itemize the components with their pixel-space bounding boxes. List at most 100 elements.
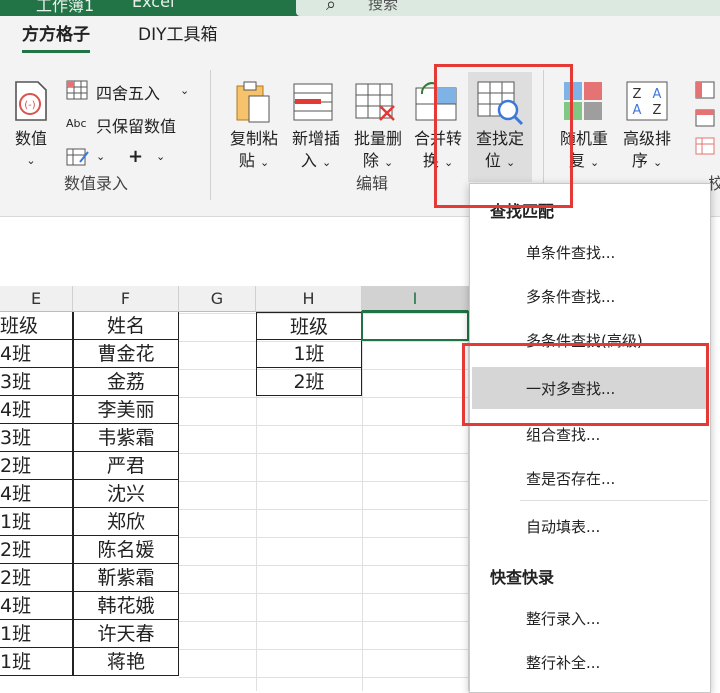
table-cell-name[interactable]: 韩花娥 [73, 592, 179, 620]
menu-item-combined-find[interactable]: 组合查找... [526, 424, 600, 445]
menu-separator [520, 500, 708, 501]
sort-az-icon: Z A A Z [626, 81, 668, 121]
copy-paste-label-1: 复制粘 [229, 129, 278, 148]
table-cell-class[interactable]: 2班 [0, 536, 73, 564]
menu-item-multi-condition[interactable]: 多条件查找... [526, 286, 615, 307]
criteria-cell[interactable]: 1班 [256, 340, 362, 368]
highlight-box-one-to-many [462, 343, 709, 426]
grid-line [179, 649, 469, 650]
grid-line [179, 621, 469, 622]
table-cell-name[interactable]: 靳紫霜 [73, 564, 179, 592]
active-cell[interactable] [361, 311, 469, 341]
chevron-down-icon: ⌄ [96, 150, 106, 163]
table-cell-class[interactable]: 4班 [0, 396, 73, 424]
chevron-down-icon: ⌄ [180, 84, 190, 97]
chevron-down-icon: ⌄ [321, 156, 332, 169]
column-header-i[interactable]: I [362, 286, 469, 312]
chevron-down-icon: ⌄ [26, 154, 36, 167]
group-label-numeric: 数值录入 [64, 174, 129, 193]
clipboard-icon [236, 81, 270, 123]
table-cell-class[interactable]: 4班 [0, 340, 73, 368]
table-cell-name[interactable]: 陈名媛 [73, 536, 179, 564]
grid-tool-icon [695, 81, 715, 155]
menu-item-exists-check[interactable]: 查是否存在... [526, 468, 615, 489]
menu-section-quick-entry: 快查快录 [490, 568, 555, 587]
table-cell-class[interactable]: 1班 [0, 620, 73, 648]
table-cell-name[interactable]: 蒋艳 [73, 648, 179, 676]
insert-label-text: 入 [300, 151, 317, 170]
chevron-down-icon: ⌄ [383, 156, 394, 169]
table-cell-name[interactable]: 郑欣 [73, 508, 179, 536]
grid-line [179, 481, 469, 482]
table-cell-class[interactable]: 2班 [0, 452, 73, 480]
search-box[interactable]: ⌕ 搜索 [296, 0, 720, 16]
table-cell-name[interactable]: 金荔 [73, 368, 179, 396]
column-header-i-label: I [412, 289, 418, 308]
advanced-sort-label-1: 高级排 [622, 129, 671, 148]
table-cell-class[interactable]: 3班 [0, 368, 73, 396]
svg-text:(-): (-) [24, 100, 36, 111]
delete-grid-icon [355, 83, 395, 121]
chevron-down-icon: ⌄ [652, 156, 663, 169]
table-cell-name[interactable]: 李美丽 [73, 396, 179, 424]
tab-diy-toolbox[interactable]: DIY工具箱 [138, 20, 218, 45]
table-cell-class[interactable]: 1班 [0, 648, 73, 676]
table-cell-name[interactable]: 严君 [73, 452, 179, 480]
find-locate-menu: 查找匹配 单条件查找... 多条件查找... 多条件查找(高级)... 一对多查… [469, 183, 711, 693]
value-label: 数值 [14, 129, 47, 148]
column-header-h[interactable]: H [256, 286, 362, 312]
value-icon: (-) [15, 81, 47, 121]
keep-value-label: 只保留数值 [96, 117, 177, 136]
insert-rows-icon [293, 83, 333, 121]
round-icon [66, 80, 88, 100]
column-header-f[interactable]: F [73, 286, 179, 312]
menu-item-auto-fill[interactable]: 自动填表... [526, 516, 600, 537]
chevron-down-icon: ⌄ [589, 156, 600, 169]
chevron-down-icon: ⌄ [259, 156, 270, 169]
table-cell-class[interactable]: 2班 [0, 564, 73, 592]
table-cell-class[interactable]: 3班 [0, 424, 73, 452]
menu-item-row-complete[interactable]: 整行补全... [526, 652, 600, 673]
table-cell-name[interactable]: 韦紫霜 [73, 424, 179, 452]
tab-fangfang[interactable]: 方方格子 [22, 20, 90, 53]
svg-text:Z: Z [653, 103, 662, 118]
table-cell-name[interactable]: 沈兴 [73, 480, 179, 508]
table-cell-class[interactable]: 4班 [0, 480, 73, 508]
plus-icon: + [128, 146, 144, 167]
table-cell-name[interactable]: 姓名 [73, 312, 179, 340]
grid-line [179, 593, 469, 594]
table-cell-class[interactable]: 4班 [0, 592, 73, 620]
copy-paste-label-text: 贴 [238, 151, 255, 170]
batch-delete-label-1: 批量删 [353, 129, 402, 148]
advanced-sort-label-2: 序 ⌄ [615, 150, 679, 174]
table-cell-class[interactable]: 班级 [0, 312, 73, 340]
criteria-cell[interactable]: 班级 [256, 312, 362, 340]
insert-label-2: 入 ⌄ [284, 150, 348, 174]
workbook-title: 工作簿1 [36, 0, 95, 15]
abc-icon: Abc [66, 117, 87, 130]
grid-line [179, 565, 469, 566]
group-label-edit: 编辑 [356, 174, 389, 193]
table-cell-class[interactable]: 1班 [0, 508, 73, 536]
chevron-down-icon: ⌄ [156, 150, 166, 163]
column-header-g[interactable]: G [179, 286, 256, 312]
table-cell-name[interactable]: 曹金花 [73, 340, 179, 368]
criteria-cell[interactable]: 2班 [256, 368, 362, 396]
grid-line [179, 397, 469, 398]
search-placeholder: 搜索 [368, 0, 399, 13]
grid-line [179, 677, 469, 678]
ribbon-separator [210, 70, 211, 200]
copy-paste-label-2: 贴 ⌄ [222, 150, 286, 174]
column-header-e[interactable]: E [0, 286, 73, 312]
menu-item-row-entry[interactable]: 整行录入... [526, 608, 600, 629]
table-cell-name[interactable]: 许天春 [73, 620, 179, 648]
svg-text:Z: Z [633, 87, 642, 102]
svg-text:A: A [653, 87, 662, 102]
highlight-box-find-locate [434, 64, 573, 208]
menu-item-single-condition[interactable]: 单条件查找... [526, 242, 615, 263]
app-name: Excel [132, 0, 175, 11]
grid-line [179, 537, 469, 538]
round-label: 四舍五入 [96, 84, 161, 103]
search-icon: ⌕ [326, 0, 337, 15]
grid-line [179, 453, 469, 454]
